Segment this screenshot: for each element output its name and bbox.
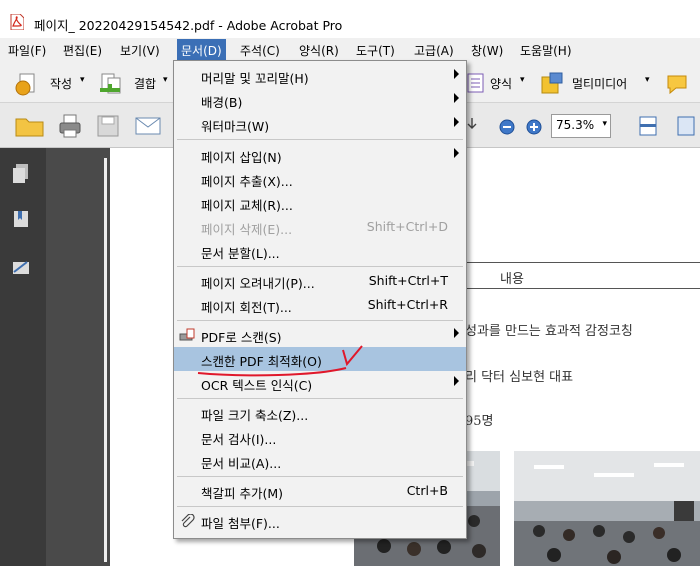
menu-item-delete-pages: 페이지 삭제(E)... Shift+Ctrl+D [201,219,448,237]
navigation-pane [0,148,46,566]
fit-page-icon[interactable] [638,115,658,137]
combine-button[interactable]: 결합 [134,75,156,92]
menu-forms[interactable]: 양식(R) [299,42,339,59]
forms-button[interactable]: 양식 [490,75,512,92]
acrobat-pdf-icon [10,14,24,30]
signatures-panel-icon[interactable] [11,256,31,278]
table-header-content: 내용 [500,272,524,287]
menu-item-crop-pages[interactable]: 페이지 오려내기(P)... Shift+Ctrl+T [174,269,466,293]
menu-item-examine-document[interactable]: 문서 검사(I)... [174,425,466,449]
menu-separator [177,398,463,399]
menu-separator [177,476,463,477]
create-button[interactable]: 작성 [50,75,72,92]
print-icon[interactable] [58,113,82,139]
submenu-arrow-icon [454,148,459,158]
menu-item-rotate-pages[interactable]: 페이지 회전(T)... Shift+Ctrl+R [174,293,466,317]
zoom-dropdown-icon[interactable]: ▾ [602,119,607,129]
create-pdf-icon[interactable] [14,72,42,96]
combine-dropdown-icon[interactable]: ▾ [163,75,168,85]
menu-item-compare-documents[interactable]: 문서 비교(A)... [174,449,466,473]
combine-icon[interactable] [98,72,126,96]
submenu-arrow-icon [454,376,459,386]
menu-item-add-bookmark[interactable]: 책갈피 추가(M) Ctrl+B [174,479,466,503]
bookmarks-panel-icon[interactable] [11,208,31,230]
email-icon[interactable] [134,114,162,138]
page-text-line: 성과를 만드는 효과적 감정코칭 [465,324,633,339]
page-edge [104,158,107,562]
menu-item-header-footer[interactable]: 머리말 및 꼬리말(H) [174,64,466,88]
menu-item-split-document[interactable]: 문서 분할(L)... [174,239,466,263]
save-icon[interactable] [96,114,120,138]
menu-file[interactable]: 파일(F) [8,42,46,59]
submenu-arrow-icon [454,69,459,79]
menu-item-watermark[interactable]: 워터마크(W) [174,112,466,136]
full-screen-icon[interactable] [676,115,696,137]
menu-item-background[interactable]: 배경(B) [174,88,466,112]
menu-edit[interactable]: 편집(E) [63,42,102,59]
menu-document[interactable]: 문서(D) [177,39,226,62]
select-tool-icon[interactable] [466,116,480,136]
document-menu: 머리말 및 꼬리말(H) 배경(B) 워터마크(W) 페이지 삽입(N) 페이지… [173,60,467,539]
menu-bar: 파일(F) 편집(E) 보기(V) 문서(D) 주석(C) 양식(R) 도구(T… [0,38,700,62]
open-folder-icon[interactable] [14,114,46,138]
zoom-out-icon[interactable] [499,119,515,135]
menu-item-optimize-scanned-pdf[interactable]: 스캔한 PDF 최적화(O) [174,347,466,371]
menu-separator [177,139,463,140]
forms-dropdown-icon[interactable]: ▾ [520,75,525,85]
zoom-field[interactable]: 75.3% ▾ [551,114,611,138]
paperclip-icon [181,514,195,528]
menu-tools[interactable]: 도구(T) [356,42,395,59]
page-text-line: 95명 [465,414,494,429]
submenu-arrow-icon [454,328,459,338]
page-text-line: 리 닥터 심보현 대표 [465,370,574,385]
multimedia-button[interactable]: 멀티미디어 [572,75,627,92]
forms-icon[interactable] [467,73,485,93]
submenu-arrow-icon [454,93,459,103]
zoom-in-icon[interactable] [526,119,542,135]
menu-item-scan-to-pdf[interactable]: PDF로 스캔(S) [174,323,466,347]
menu-item-reduce-file-size[interactable]: 파일 크기 축소(Z)... [174,401,466,425]
menu-item-attach-file[interactable]: 파일 첨부(F)... [174,509,466,533]
scanner-icon [179,328,195,341]
zoom-value: 75.3% [556,118,595,132]
table-rule [465,288,700,289]
multimedia-dropdown-icon[interactable]: ▾ [645,75,650,85]
menu-item-extract-pages[interactable]: 페이지 추출(X)... [174,167,466,191]
menu-separator [177,266,463,267]
comment-icon[interactable] [664,72,694,96]
submenu-arrow-icon [454,117,459,127]
menu-item-ocr-text-recognition[interactable]: OCR 텍스트 인식(C) [174,371,466,395]
menu-window[interactable]: 창(W) [471,42,503,59]
window-title: 페이지_ 20220429154542.pdf - Adobe Acrobat … [34,18,343,33]
multimedia-icon[interactable] [540,71,566,95]
seminar-photo [514,451,700,566]
table-rule [465,262,700,263]
menu-separator [177,320,463,321]
menu-comments[interactable]: 주석(C) [240,42,280,59]
menu-view[interactable]: 보기(V) [120,42,160,59]
menu-help[interactable]: 도움말(H) [520,42,572,59]
menu-item-replace-pages[interactable]: 페이지 교체(R)... [174,191,466,215]
menu-separator [177,506,463,507]
create-dropdown-icon[interactable]: ▾ [80,75,85,85]
menu-advanced[interactable]: 고급(A) [414,42,454,59]
title-bar: 페이지_ 20220429154542.pdf - Adobe Acrobat … [0,0,700,38]
menu-item-insert-pages[interactable]: 페이지 삽입(N) [174,143,466,167]
pages-panel-icon[interactable] [11,162,31,184]
